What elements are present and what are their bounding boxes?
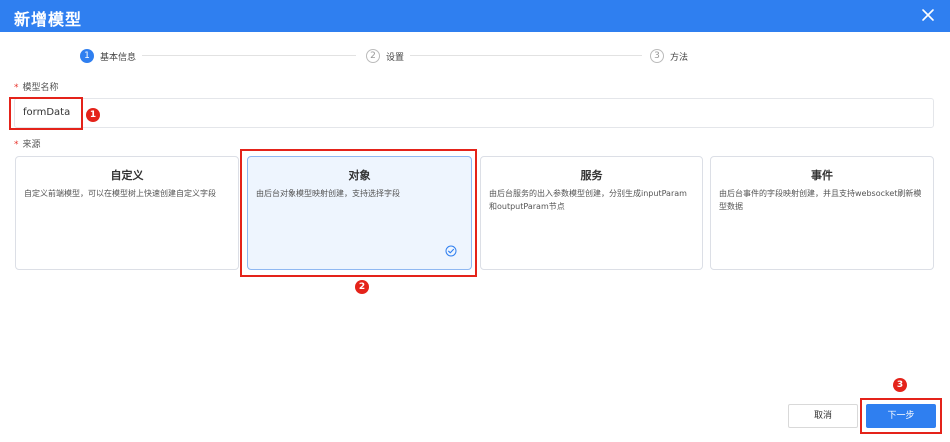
annotation-badge-3: 3: [893, 378, 907, 392]
step-indicator: 1 基本信息 2 设置 3 方法: [0, 46, 950, 66]
step-number: 2: [366, 49, 380, 63]
dialog-title: 新增模型: [14, 10, 83, 29]
model-name-label: * 模型名称: [14, 83, 59, 93]
source-card-service[interactable]: 服务 由后台服务的出入参数模型创建，分别生成inputParam和outputP…: [480, 156, 703, 270]
source-label: * 来源: [14, 140, 41, 150]
step-number: 1: [80, 49, 94, 63]
step-methods: 3 方法: [650, 46, 688, 66]
step-label: 基本信息: [100, 52, 137, 63]
card-description: 由后台服务的出入参数模型创建，分别生成inputParam和outputPara…: [489, 189, 687, 211]
annotation-badge-1: 1: [86, 108, 100, 122]
step-basic-info: 1 基本信息: [80, 46, 136, 66]
source-card-event[interactable]: 事件 由后台事件的字段映射创建，并且支持websocket刷新模型数据: [710, 156, 934, 270]
close-icon[interactable]: [920, 7, 936, 23]
step-settings: 2 设置: [366, 46, 404, 66]
card-title: 自定义: [110, 169, 144, 182]
required-mark: *: [14, 140, 19, 150]
annotation-badge-2: 2: [355, 280, 369, 294]
annotation-box-object: [240, 149, 477, 277]
step-connector: [142, 55, 356, 56]
step-label: 方法: [670, 52, 689, 63]
cancel-button[interactable]: 取消: [788, 404, 858, 428]
source-card-custom[interactable]: 自定义 自定义前端模型，可以在模型树上快速创建自定义字段: [15, 156, 239, 270]
card-description: 自定义前端模型，可以在模型树上快速创建自定义字段: [24, 189, 216, 198]
card-title: 事件: [811, 169, 833, 182]
model-name-input[interactable]: formData: [14, 98, 934, 128]
step-connector: [410, 55, 642, 56]
card-description: 由后台事件的字段映射创建，并且支持websocket刷新模型数据: [719, 189, 922, 211]
dialog-header: 新增模型: [0, 0, 950, 32]
step-label: 设置: [386, 52, 405, 63]
step-number: 3: [650, 49, 664, 63]
required-mark: *: [14, 83, 19, 93]
next-step-button[interactable]: 下一步: [866, 404, 936, 428]
annotation-box-name: [9, 97, 83, 130]
card-title: 服务: [580, 169, 603, 182]
